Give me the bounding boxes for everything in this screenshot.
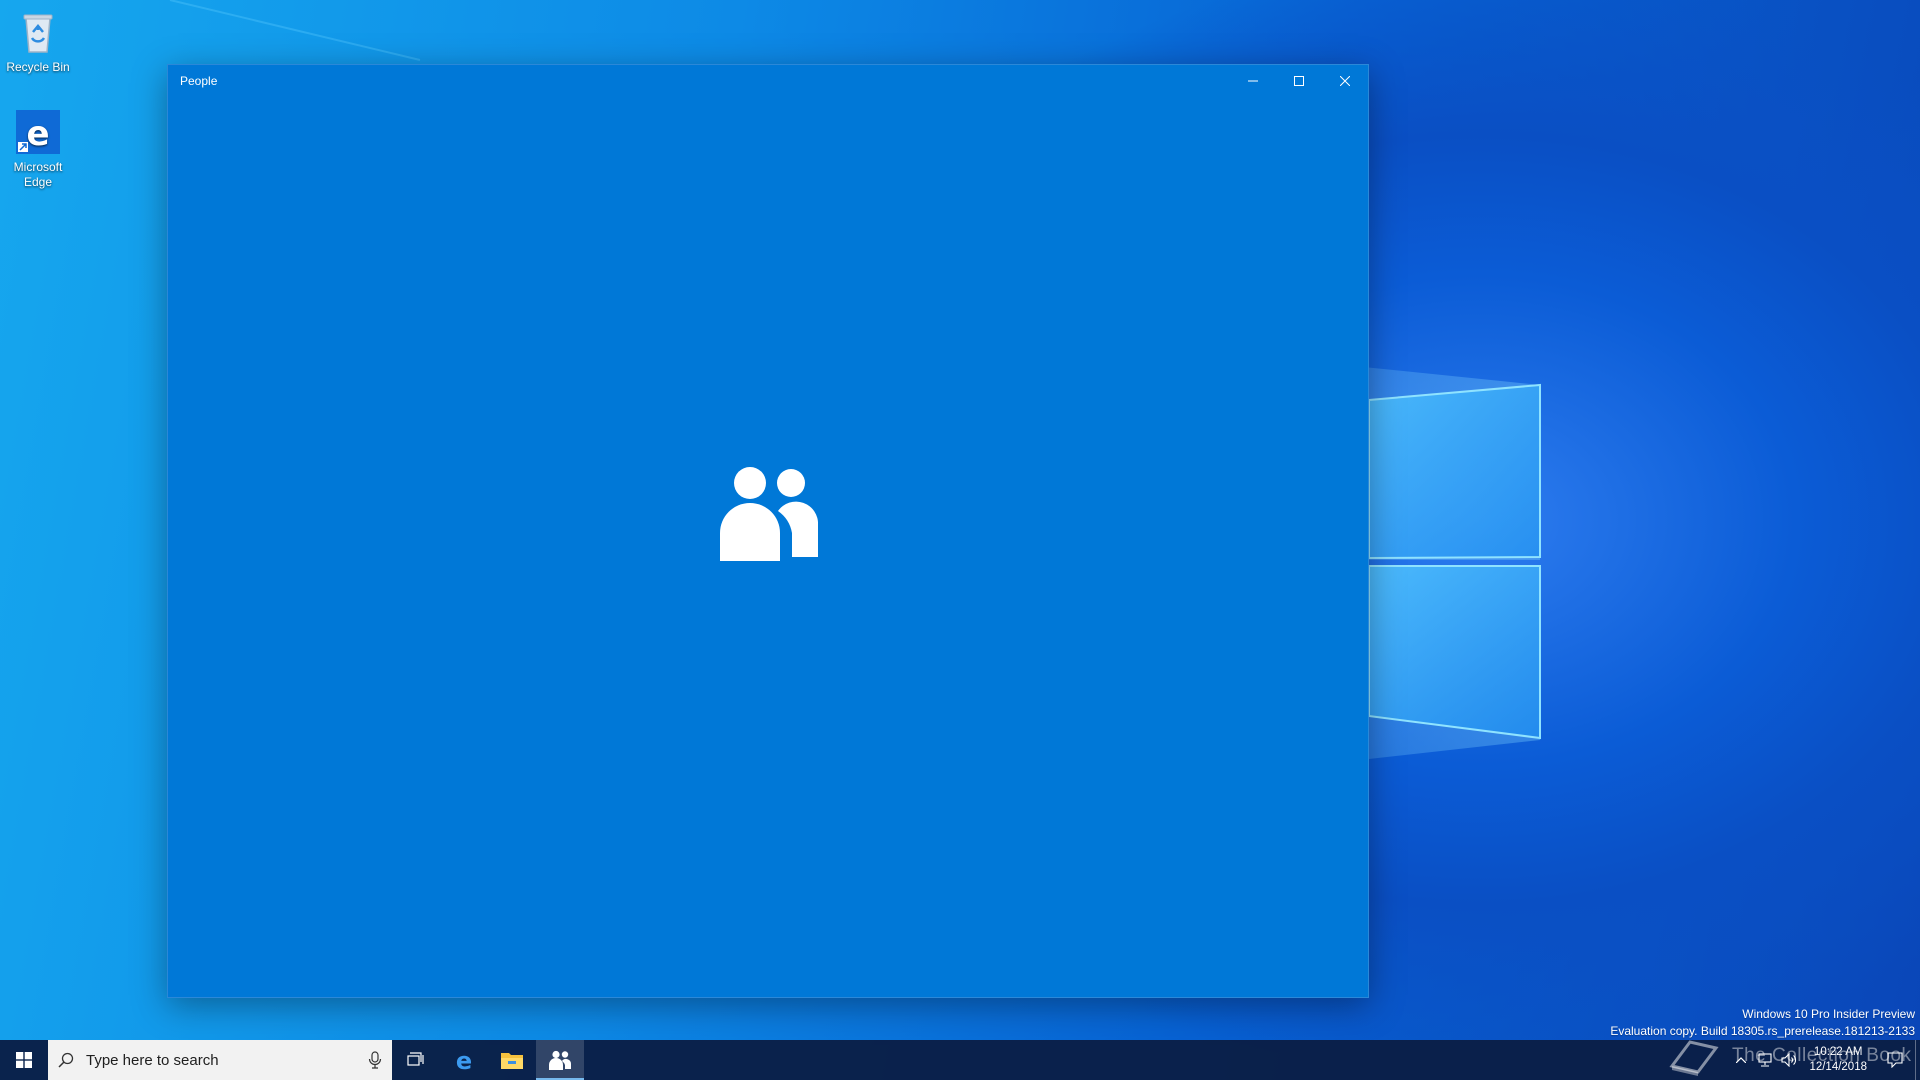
edge-icon: e bbox=[456, 1048, 472, 1072]
taskbar-search-box[interactable]: Type here to search bbox=[48, 1040, 392, 1080]
start-button[interactable] bbox=[0, 1040, 48, 1080]
taskbar-clock[interactable]: 10:22 AM 12/14/2018 bbox=[1801, 1045, 1875, 1075]
volume-icon bbox=[1781, 1053, 1797, 1067]
people-app-window: People bbox=[167, 64, 1369, 998]
svg-text:e: e bbox=[456, 1048, 472, 1072]
maximize-icon bbox=[1294, 76, 1304, 86]
minimize-icon bbox=[1248, 80, 1258, 82]
svg-text:e: e bbox=[26, 114, 49, 154]
recycle-bin-icon bbox=[23, 14, 53, 53]
desktop-icon-label: Recycle Bin bbox=[6, 60, 70, 74]
taskbar-people-button[interactable] bbox=[536, 1040, 584, 1080]
minimize-button[interactable] bbox=[1230, 65, 1276, 97]
chevron-up-icon bbox=[1736, 1057, 1747, 1063]
close-icon bbox=[1340, 76, 1350, 86]
watermark-line-2: Evaluation copy. Build 18305.rs_prerelea… bbox=[1610, 1024, 1915, 1038]
desktop-icon-recycle-bin[interactable]: Recycle Bin bbox=[0, 8, 76, 75]
windows-logo-icon bbox=[16, 1052, 32, 1068]
search-placeholder: Type here to search bbox=[86, 1051, 219, 1069]
clock-time: 10:22 AM bbox=[1813, 1046, 1863, 1058]
volume-button[interactable] bbox=[1777, 1040, 1801, 1080]
system-tray: 10:22 AM 12/14/2018 bbox=[1729, 1040, 1920, 1080]
show-desktop-button[interactable] bbox=[1915, 1040, 1920, 1080]
close-button[interactable] bbox=[1322, 65, 1368, 97]
edge-icon: e bbox=[16, 110, 60, 154]
file-explorer-icon bbox=[501, 1053, 523, 1069]
people-splash-icon bbox=[720, 467, 818, 561]
evaluation-watermark: Windows 10 Pro Insider Preview Evaluatio… bbox=[1610, 1006, 1915, 1040]
desktop-icon-label: Microsoft Edge bbox=[13, 160, 63, 189]
taskbar-edge-button[interactable]: e bbox=[440, 1040, 488, 1080]
show-hidden-icons-button[interactable] bbox=[1729, 1040, 1753, 1080]
maximize-button[interactable] bbox=[1276, 65, 1322, 97]
desktop-icon-microsoft-edge[interactable]: e Microsoft Edge bbox=[0, 108, 76, 190]
watermark-line-1: Windows 10 Pro Insider Preview bbox=[1742, 1007, 1915, 1021]
network-button[interactable] bbox=[1753, 1040, 1777, 1080]
taskbar: Type here to search e 10:22 AM 12/14/201… bbox=[0, 1040, 1920, 1080]
microphone-icon[interactable] bbox=[368, 1051, 382, 1069]
notification-icon bbox=[1887, 1052, 1903, 1068]
action-center-button[interactable] bbox=[1875, 1040, 1915, 1080]
network-icon bbox=[1758, 1053, 1772, 1067]
window-titlebar[interactable]: People bbox=[168, 65, 1368, 97]
taskbar-file-explorer-button[interactable] bbox=[488, 1040, 536, 1080]
task-view-icon bbox=[407, 1052, 424, 1066]
search-icon bbox=[58, 1052, 74, 1068]
window-title: People bbox=[180, 74, 218, 88]
clock-date: 12/14/2018 bbox=[1809, 1061, 1867, 1073]
people-icon bbox=[549, 1050, 571, 1070]
task-view-button[interactable] bbox=[392, 1040, 440, 1080]
